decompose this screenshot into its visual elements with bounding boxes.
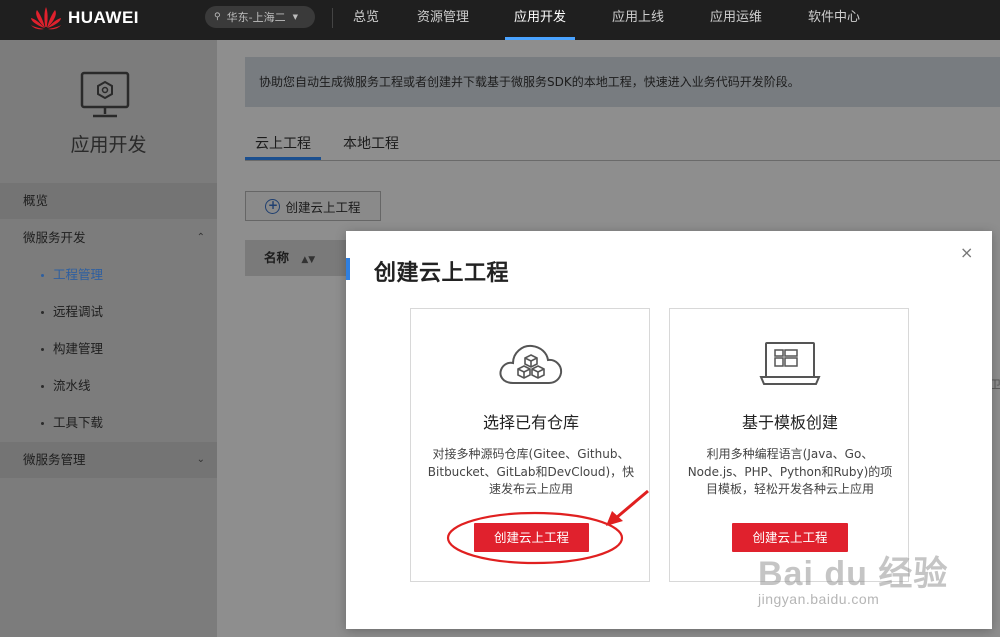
brand-name: HUAWEI xyxy=(68,8,139,27)
region-label: 华东-上海二 xyxy=(226,11,286,24)
watermark-main-text: Bai du 经验 xyxy=(758,555,949,593)
left-sidebar: 应用开发 概览 微服务开发 ⌃ 工程管理 远程调试 构建管理 流水线 工具下载 … xyxy=(0,40,217,637)
column-name-label: 名称 xyxy=(264,250,290,265)
create-button-label: 创建云上工程 xyxy=(285,199,361,215)
card-title: 基于模板创建 xyxy=(741,413,838,432)
create-cloud-project-button-repo[interactable]: 创建云上工程 xyxy=(474,523,589,552)
monitor-hexagon-icon xyxy=(80,71,130,118)
sidebar-group-microservice-management[interactable]: 微服务管理 ⌄ xyxy=(0,442,217,478)
top-navigation-bar: HUAWEI ⚲ 华东-上海二 ▼ 总览 资源管理 应用开发 应用上线 应用运维… xyxy=(0,0,1000,40)
huawei-flower-icon xyxy=(31,7,61,30)
sidebar-item-pipeline[interactable]: 流水线 xyxy=(0,368,217,404)
title-accent-bar xyxy=(346,258,350,280)
plus-circle-icon: + xyxy=(265,198,281,214)
tabs-divider xyxy=(245,160,1000,161)
cloud-cubes-icon xyxy=(499,344,563,384)
huawei-logo[interactable]: HUAWEI xyxy=(30,6,139,30)
baidu-jingyan-watermark: Bai du 经验 jingyan.baidu.com xyxy=(758,546,948,607)
card-existing-repo[interactable]: 选择已有仓库 对接多种源码仓库(Gitee、Github、Bitbucket、G… xyxy=(410,308,650,582)
sidebar-group-label: 微服务开发 xyxy=(23,230,86,245)
close-icon[interactable]: × xyxy=(960,243,973,262)
location-pin-icon: ⚲ xyxy=(214,12,221,22)
card-description: 利用多种编程语言(Java、Go、Node.js、PHP、Python和Ruby… xyxy=(687,447,893,496)
create-cloud-project-button[interactable]: + 创建云上工程 xyxy=(245,191,381,221)
table-header-name[interactable]: 名称 ▲▼ xyxy=(245,240,355,276)
sort-icon[interactable]: ▲▼ xyxy=(301,255,315,265)
info-notice: 协助您自动生成微服务工程或者创建并下载基于微服务SDK的本地工程，快速进入业务代… xyxy=(245,57,1000,107)
sidebar-item-build-management[interactable]: 构建管理 xyxy=(0,331,217,367)
chevron-down-icon: ▼ xyxy=(292,13,298,21)
nav-item-software-center[interactable]: 软件中心 xyxy=(799,0,869,40)
chevron-up-icon: ⌃ xyxy=(196,232,205,243)
sidebar-item-overview[interactable]: 概览 xyxy=(0,183,217,219)
tab-local-project[interactable]: 本地工程 xyxy=(333,128,409,160)
card-title: 选择已有仓库 xyxy=(482,413,579,432)
chevron-down-icon: ⌄ xyxy=(196,454,205,465)
sidebar-item-project-management[interactable]: 工程管理 xyxy=(0,257,217,293)
sidebar-title: 应用开发 xyxy=(70,134,147,156)
modal-title: 创建云上工程 xyxy=(374,261,510,286)
nav-item-app-launch[interactable]: 应用上线 xyxy=(603,0,673,40)
card-icon-wrap xyxy=(411,339,651,389)
sidebar-header: 应用开发 xyxy=(0,40,217,180)
nav-item-app-development[interactable]: 应用开发 xyxy=(505,0,575,40)
card-icon-wrap xyxy=(670,339,910,389)
sidebar-item-remote-debug[interactable]: 远程调试 xyxy=(0,294,217,330)
sidebar-group-label: 微服务管理 xyxy=(23,452,86,467)
region-selector[interactable]: ⚲ 华东-上海二 ▼ xyxy=(205,6,315,28)
card-template[interactable]: 基于模板创建 利用多种编程语言(Java、Go、Node.js、PHP、Pyth… xyxy=(669,308,909,582)
nav-item-overview[interactable]: 总览 xyxy=(341,0,391,40)
nav-item-resource-management[interactable]: 资源管理 xyxy=(408,0,478,40)
sidebar-group-microservice-dev[interactable]: 微服务开发 ⌃ xyxy=(0,220,217,256)
card-description: 对接多种源码仓库(Gitee、Github、Bitbucket、GitLab和D… xyxy=(427,447,635,496)
nav-item-app-operations[interactable]: 应用运维 xyxy=(701,0,771,40)
tab-cloud-project[interactable]: 云上工程 xyxy=(245,128,321,160)
sidebar-item-tool-download[interactable]: 工具下载 xyxy=(0,405,217,441)
nav-divider xyxy=(332,8,333,28)
laptop-template-icon xyxy=(759,342,821,385)
